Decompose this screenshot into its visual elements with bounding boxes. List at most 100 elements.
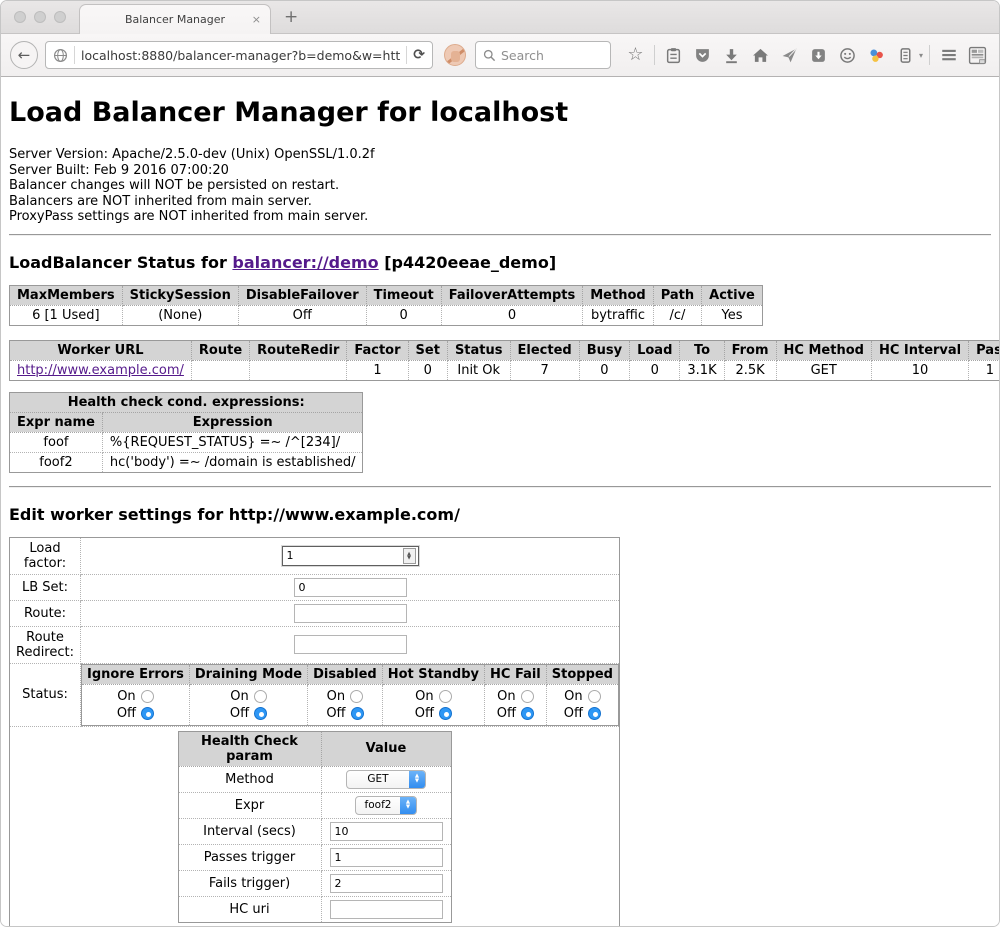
pocket-icon[interactable] [690,42,715,68]
expr-row: foof2 hc('body') =~ /domain is establish… [10,452,363,472]
status-cell-ignore-errors: On Off [82,684,190,725]
col-hc-method: HC Method [776,340,871,360]
status-header-row: Ignore Errors Draining Mode Disabled Hot… [82,664,619,684]
url-bar[interactable]: localhost:8880/balancer-manager?b=demo&w… [45,41,433,69]
tab-title: Balancer Manager [125,13,225,26]
search-bar[interactable]: Search [475,41,611,69]
hc-row-fails: Fails trigger) [178,870,451,896]
radio-disabled-off[interactable] [351,707,364,720]
extension-dots-icon[interactable] [864,42,889,68]
lb-set-input[interactable] [294,578,407,597]
adblock-icon[interactable] [444,44,466,66]
cell-worker-url: http://www.example.com/ [10,360,192,380]
cell-to: 3.1K [680,360,724,380]
bookmarks-menu-icon[interactable] [661,42,686,68]
route-input[interactable] [294,604,407,623]
hc-method-label: Method [178,766,321,792]
feedback-smiley-icon[interactable] [835,42,860,68]
search-icon [483,49,496,62]
radio-stopped-off[interactable] [588,707,601,720]
col-timeout: Timeout [366,285,441,305]
grid-extension-icon[interactable] [965,42,990,68]
radio-hot-standby-off[interactable] [439,707,452,720]
off-label: Off [415,705,434,722]
server-version-line: Server Version: Apache/2.5.0-dev (Unix) … [9,147,991,163]
form-row-route: Route: [10,600,620,626]
radio-disabled-on[interactable] [350,690,363,703]
col-busy: Busy [579,340,629,360]
sidebar-panel-icon[interactable] [893,42,918,68]
radio-draining-mode-off[interactable] [254,707,267,720]
radio-hc-fail-off[interactable] [521,707,534,720]
hc-expr-select[interactable]: foof2 ▲▼ [355,796,417,815]
radio-ignore-errors-on[interactable] [141,690,154,703]
bookmark-star-icon[interactable]: ☆ [623,42,648,68]
cell-disablefailover: Off [238,305,366,325]
minimize-window-button[interactable] [34,11,46,23]
lb-set-label: LB Set: [10,574,81,600]
home-icon[interactable] [748,42,773,68]
route-redirect-label: Route Redirect: [10,626,81,663]
tab-close-icon[interactable]: × [252,13,261,26]
zoom-window-button[interactable] [54,11,66,23]
col-path: Path [653,285,701,305]
hc-passes-input[interactable] [330,848,443,867]
status-cell-disabled: On Off [308,684,383,725]
radio-draining-mode-on[interactable] [254,690,267,703]
off-label: Off [117,705,136,722]
radio-hot-standby-on[interactable] [439,690,452,703]
urlbar-divider [406,46,407,64]
tab-bar: Balancer Manager × + [1,1,999,34]
send-tab-icon[interactable] [777,42,802,68]
radio-ignore-errors-off[interactable] [141,707,154,720]
cell-hc-interval: 10 [871,360,968,380]
col-set: Set [408,340,447,360]
status-label: Status: [10,663,81,726]
cell-route [191,360,249,380]
hc-uri-input[interactable] [330,900,443,919]
off-label: Off [230,705,249,722]
toolbar-divider [654,45,655,65]
menu-hamburger-icon[interactable] [936,42,961,68]
col-disabled: Disabled [308,664,383,684]
table-header-row: MaxMembers StickySession DisableFailover… [10,285,763,305]
radio-hc-fail-on[interactable] [521,690,534,703]
edit-worker-form: Load factor: 1 ▲▼ LB Set: Route: Route R… [9,537,620,927]
col-hc-param: Health Check param [178,731,321,766]
load-factor-input[interactable]: 1 ▲▼ [282,546,419,566]
new-tab-button[interactable]: + [284,7,298,27]
hc-row-passes: Passes trigger [178,844,451,870]
downloads-icon[interactable] [719,42,744,68]
close-window-button[interactable] [14,11,26,23]
hc-method-select[interactable]: GET ▲▼ [346,770,426,789]
urlbar-divider [74,46,75,64]
inherit-notice-line: Balancers are NOT inherited from main se… [9,194,991,210]
col-expression: Expression [102,412,363,432]
back-button[interactable]: ← [10,41,38,69]
reload-icon[interactable]: ⟳ [413,47,425,63]
hc-fails-label: Fails trigger) [178,870,321,896]
health-check-expressions-table: Health check cond. expressions: Expr nam… [9,392,363,473]
form-row-health-check: Health Check param Value Method GET ▲▼ [10,726,620,927]
hc-interval-input[interactable] [330,822,443,841]
col-stickysession: StickySession [122,285,238,305]
on-label: On [327,688,345,705]
route-redirect-input[interactable] [294,635,407,654]
hc-fails-input[interactable] [330,874,443,893]
expr-title-row: Health check cond. expressions: [10,392,363,412]
cell-expr-name: foof2 [10,452,103,472]
route-label: Route: [10,600,81,626]
balancer-demo-link[interactable]: balancer://demo [232,253,378,272]
toolbar-overflow-caret-icon[interactable]: ▾ [919,51,923,60]
on-label: On [117,688,135,705]
hc-row-interval: Interval (secs) [178,818,451,844]
url-text[interactable]: localhost:8880/balancer-manager?b=demo&w… [81,48,400,63]
radio-stopped-on[interactable] [588,690,601,703]
number-spinner-icon[interactable]: ▲▼ [403,548,416,564]
tab-balancer-manager[interactable]: Balancer Manager × [79,4,271,34]
save-page-icon[interactable] [806,42,831,68]
cell-hc-method: GET [776,360,871,380]
cell-passes: 1 (0) [969,360,999,380]
hc-row-uri: HC uri [178,896,451,922]
worker-url-link[interactable]: http://www.example.com/ [17,363,184,378]
